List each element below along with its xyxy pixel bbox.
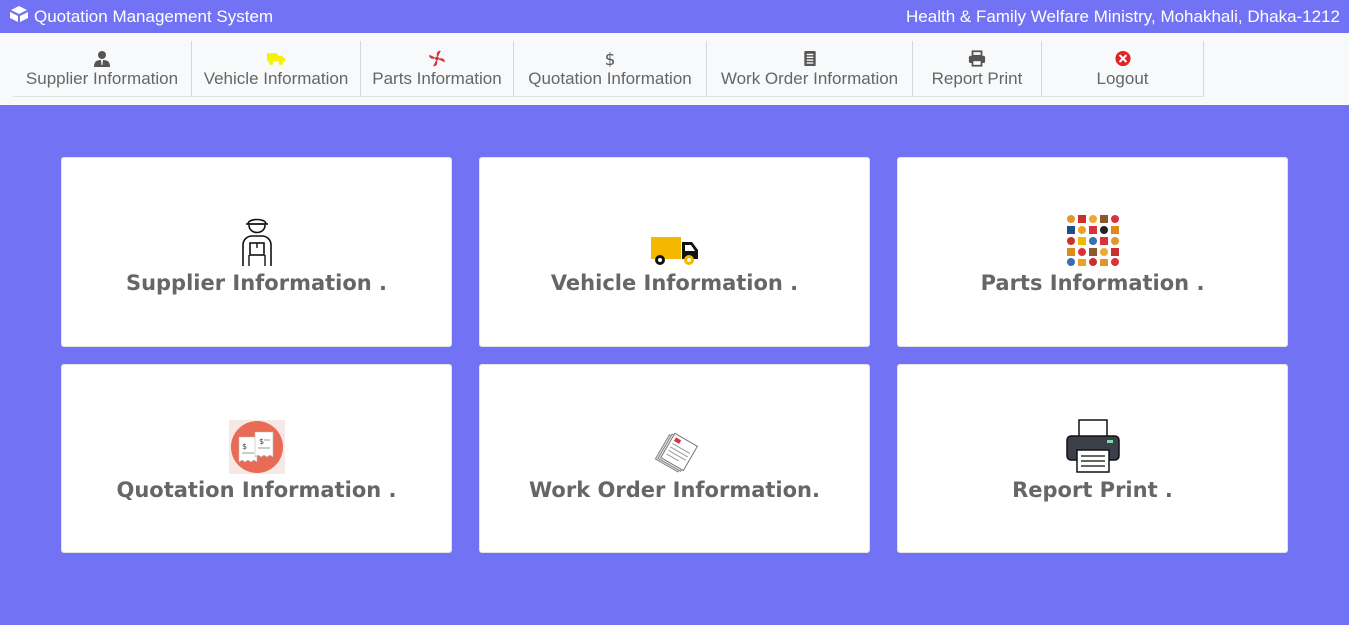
truck-icon <box>267 49 285 69</box>
brand[interactable]: Quotation Management System <box>9 6 273 27</box>
card-work-order-information[interactable]: Work Order Information. <box>479 364 870 553</box>
printer-icon <box>1065 416 1121 474</box>
nav-vehicle-information[interactable]: Vehicle Information <box>192 41 361 97</box>
nav-logout[interactable]: Logout <box>1042 41 1204 97</box>
card-parts-information[interactable]: Parts Information . <box>897 157 1288 347</box>
card-supplier-information[interactable]: Supplier Information . <box>61 157 452 347</box>
dashboard-grid: Supplier Information . Vehicle Informati… <box>61 157 1288 553</box>
papers-icon <box>651 416 699 474</box>
parts-grid-icon <box>1064 209 1121 267</box>
truck-icon <box>650 209 699 267</box>
nav-quotation-information[interactable]: $ Quotation Information <box>514 41 707 97</box>
nav-label: Work Order Information <box>720 68 899 88</box>
card-quotation-information[interactable]: $ $ Quotation Information . <box>61 364 452 553</box>
nav-label: Parts Information <box>372 68 502 88</box>
card-title: Report Print . <box>1012 477 1173 502</box>
nav-label: Logout <box>1096 68 1149 88</box>
app-title: Quotation Management System <box>34 6 274 26</box>
nav-work-order-information[interactable]: Work Order Information <box>707 41 913 97</box>
fan-icon <box>428 49 446 69</box>
svg-text:$: $ <box>242 442 247 451</box>
nav-label: Quotation Information <box>528 68 692 88</box>
organization-name: Health & Family Welfare Ministry, Mohakh… <box>906 6 1340 26</box>
main-nav: Supplier Information Vehicle Information… <box>0 33 1349 105</box>
boxes-icon <box>9 6 29 27</box>
card-report-print[interactable]: Report Print . <box>897 364 1288 553</box>
svg-text:$: $ <box>259 437 264 446</box>
document-icon <box>801 49 819 69</box>
top-bar: Quotation Management System Health & Fam… <box>0 0 1349 33</box>
close-circle-icon <box>1114 49 1132 69</box>
dollar-icon: $ <box>601 49 619 69</box>
card-title: Vehicle Information . <box>550 271 799 295</box>
card-title: Supplier Information . <box>125 271 388 295</box>
nav-report-print[interactable]: Report Print <box>913 41 1042 97</box>
card-title: Parts Information . <box>980 271 1205 295</box>
delivery-man-icon <box>240 209 274 267</box>
nav-parts-information[interactable]: Parts Information <box>361 41 514 97</box>
nav-supplier-information[interactable]: Supplier Information <box>13 41 192 97</box>
svg-text:$: $ <box>605 50 616 67</box>
nav-label: Supplier Information <box>25 68 179 88</box>
nav-label: Vehicle Information <box>203 68 349 88</box>
card-title: Quotation Information . <box>116 477 397 502</box>
card-title: Work Order Information. <box>529 477 820 502</box>
user-icon <box>93 49 111 69</box>
invoice-icon: $ $ <box>228 416 285 474</box>
nav-label: Report Print <box>931 68 1023 88</box>
printer-icon <box>968 49 986 69</box>
card-vehicle-information[interactable]: Vehicle Information . <box>479 157 870 347</box>
